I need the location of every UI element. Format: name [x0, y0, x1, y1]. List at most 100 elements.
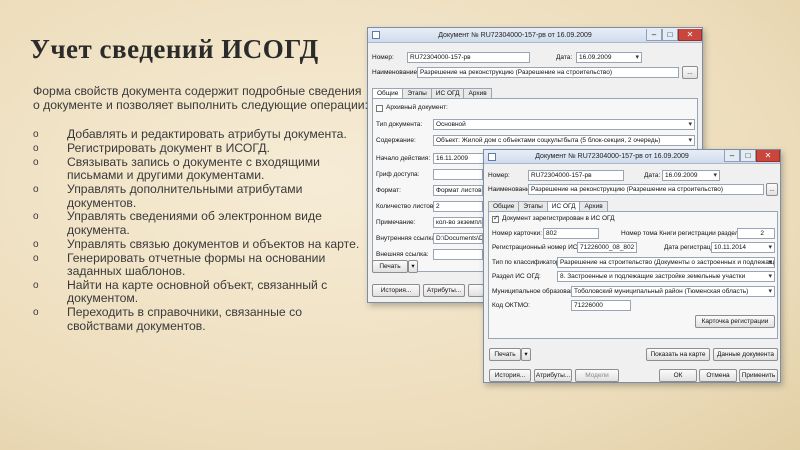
tab-general[interactable]: Общие — [488, 201, 520, 211]
bullet-marker: o — [33, 252, 39, 264]
slide-title: Учет сведений ИСОГД — [30, 34, 319, 64]
reg-number-field[interactable]: 71226000_08_802 — [577, 242, 637, 253]
operation-text: Управлять связью документов и объектов н… — [67, 236, 360, 251]
window-titlebar[interactable]: Документ № RU72304000-157-рв от 16.09.20… — [484, 150, 780, 164]
doctype-label: Тип документа: — [376, 121, 423, 128]
archive-checkbox[interactable] — [376, 105, 383, 112]
bullet-marker: o — [33, 238, 39, 250]
bullet-marker: o — [33, 184, 39, 196]
tab-isogd[interactable]: ИС ОГД — [430, 88, 465, 98]
apply-button[interactable]: Применить — [739, 369, 778, 382]
window-app-icon — [488, 152, 496, 161]
registered-label: Документ зарегистрирован в ИС ОГД — [502, 215, 615, 222]
isogd-panel: Документ зарегистрирован в ИС ОГД Номер … — [488, 211, 778, 339]
operation-text: Переходить в справочники, связанные со с… — [67, 305, 303, 333]
tab-archive[interactable]: Архив — [463, 88, 492, 98]
bullet-marker: o — [33, 156, 39, 168]
maximize-icon[interactable]: □ — [740, 150, 756, 162]
number-field[interactable]: RU72304000-157-рв — [407, 52, 530, 63]
sheets-field[interactable]: 2 — [433, 201, 483, 212]
operation-item: o Управлять связью документов и объектов … — [33, 236, 368, 251]
sheets-label: Количество листов: — [376, 203, 436, 210]
operations-list: o Добавлять и редактировать атрибуты доку… — [33, 127, 368, 334]
operation-item: o Генерировать отчетные формы на основани… — [33, 250, 368, 279]
card-number-field[interactable]: 802 — [543, 228, 599, 239]
close-icon[interactable]: ✕ — [756, 150, 780, 162]
section-select[interactable]: 8. Застроенные и подлежащие застройке зе… — [557, 271, 775, 282]
name-field[interactable]: Разрешение на реконструкцию (Разрешение … — [417, 67, 679, 78]
minimize-icon[interactable]: – — [646, 28, 662, 41]
show-on-map-button[interactable]: Показать на карте — [646, 348, 710, 361]
minimize-icon[interactable]: – — [724, 150, 740, 162]
tab-archive[interactable]: Архив — [579, 201, 608, 211]
card-number-label: Номер карточки: — [492, 230, 542, 237]
print-button[interactable]: Печать — [489, 348, 521, 361]
window-titlebar[interactable]: Документ № RU72304000-157-рв от 16.09.20… — [368, 28, 702, 43]
registration-card-button[interactable]: Карточка регистрации — [695, 315, 775, 328]
operation-text: Управлять сведениями об электронном виде… — [67, 209, 322, 237]
number-field[interactable]: RU72304000-157-рв — [528, 170, 624, 181]
operation-item: o Управлять сведениями об электронном вид… — [33, 210, 368, 237]
inner-link-field[interactable]: D:\Documents\Do — [433, 233, 483, 244]
date-field[interactable]: 16.09.2009 — [576, 52, 642, 63]
date-label: Дата: — [644, 172, 661, 179]
tab-isogd[interactable]: ИС ОГД — [546, 201, 581, 211]
classifier-select[interactable]: Разрешение на строительство (Документы о… — [557, 257, 775, 268]
print-button[interactable]: Печать — [372, 260, 408, 273]
archive-label: Архивный документ: — [386, 104, 448, 111]
tab-general[interactable]: Общие — [372, 88, 404, 98]
doctype-select[interactable]: Основной — [433, 119, 695, 130]
operation-text: Добавлять и редактировать атрибуты докум… — [67, 127, 347, 141]
inner-link-label: Внутренняя ссылка: — [376, 235, 437, 242]
registered-checkbox[interactable] — [492, 214, 499, 223]
outer-link-field[interactable] — [433, 249, 483, 260]
extra-button[interactable] — [468, 284, 484, 297]
attributes-button[interactable]: Атрибуты... — [534, 369, 572, 382]
print-dropdown-button[interactable]: ▾ — [521, 348, 531, 361]
name-more-button[interactable]: ... — [766, 183, 778, 196]
tab-bar: Общие Этапы ИС ОГД Архив — [488, 201, 608, 211]
cancel-button[interactable]: Отмена — [699, 369, 737, 382]
tab-stages[interactable]: Этапы — [402, 88, 432, 98]
tab-stages[interactable]: Этапы — [518, 201, 548, 211]
oktmo-field[interactable]: 71226000 — [571, 300, 631, 311]
maximize-icon[interactable]: □ — [662, 28, 678, 41]
date-field[interactable]: 16.09.2009 — [662, 170, 720, 181]
window-title: Документ № RU72304000-157-рв от 16.09.20… — [438, 31, 592, 39]
format-field[interactable]: Формат листов А — [433, 185, 483, 196]
models-button[interactable]: Модели — [575, 369, 619, 382]
municipality-select[interactable]: Тоболовский муниципальный район (Тюменск… — [571, 286, 775, 297]
attributes-button[interactable]: Атрибуты... — [423, 284, 465, 297]
volume-field[interactable]: 2 — [737, 228, 775, 239]
volume-label: Номер тома Книги регистрации раздела: — [621, 230, 744, 237]
history-button[interactable]: История... — [489, 369, 531, 382]
grif-label: Гриф доступа: — [376, 171, 420, 178]
reg-date-field[interactable]: 10.11.2014 — [711, 242, 775, 253]
name-field[interactable]: Разрешение на реконструкцию (Разрешение … — [528, 184, 764, 195]
operation-item: o Связывать запись о документе с входящим… — [33, 155, 368, 183]
print-dropdown-button[interactable]: ▾ — [408, 260, 418, 273]
number-label: Номер: — [372, 54, 394, 61]
section-label: Раздел ИС ОГД: — [492, 273, 541, 280]
grif-field[interactable] — [433, 169, 483, 180]
window-title: Документ № RU72304000-157-рв от 16.09.20… — [535, 153, 689, 160]
operation-item: o Добавлять и редактировать атрибуты доку… — [33, 127, 368, 141]
start-label: Начало действия: — [376, 155, 431, 162]
oktmo-label: Код ОКТМО: — [492, 302, 530, 309]
note-field[interactable]: кол-во экземпляр — [433, 217, 483, 228]
operation-text: Генерировать отчетные формы на основании… — [67, 250, 326, 279]
bullet-marker: o — [33, 211, 39, 223]
history-button[interactable]: История... — [372, 284, 420, 297]
ok-button[interactable]: ОК — [659, 369, 697, 382]
operation-item: o Управлять дополнительными атрибутами до… — [33, 182, 368, 210]
document-data-button[interactable]: Данные документа — [713, 348, 778, 361]
content-field[interactable]: Объект: Жилой дом с объектами соцкультбы… — [433, 135, 695, 146]
classifier-label: Тип по классификатору: — [492, 259, 565, 266]
operation-item: o Переходить в справочники, связанные со … — [33, 306, 368, 333]
bullet-marker: o — [33, 279, 39, 291]
number-label: Номер: — [488, 172, 510, 179]
name-label: Наименование: — [372, 69, 419, 76]
name-more-button[interactable]: ... — [682, 66, 698, 79]
close-icon[interactable]: ✕ — [678, 28, 702, 41]
operation-text: Найти на карте основной объект, связанны… — [67, 277, 328, 306]
